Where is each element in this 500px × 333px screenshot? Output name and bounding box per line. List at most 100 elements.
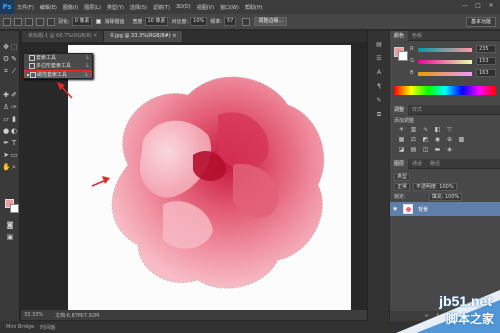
- properties-panel-icon[interactable]: ☰: [374, 55, 384, 64]
- screen-mode-icon[interactable]: ▣: [6, 233, 14, 241]
- layer-row-background[interactable]: ◉ 背景: [390, 202, 500, 216]
- lasso-tool-icon[interactable]: ʘ: [2, 55, 10, 63]
- visibility-eye-icon[interactable]: ◉: [393, 206, 399, 212]
- blur-tool-icon[interactable]: ●: [2, 127, 10, 135]
- eraser-tool-icon[interactable]: ▱: [2, 115, 10, 123]
- path-select-icon[interactable]: ➤: [2, 151, 10, 159]
- opacity-field[interactable]: 不透明度: 100%: [413, 182, 457, 191]
- tab-swatches[interactable]: 色板: [408, 31, 426, 41]
- workspace-select[interactable]: 基本功能: [465, 17, 496, 27]
- menu-edit[interactable]: 编辑(E): [37, 4, 60, 11]
- tab-untitled[interactable]: 未标题-1 @ 66.7%(RGB/8) ×: [22, 31, 105, 42]
- document-canvas[interactable]: [68, 45, 351, 316]
- eyedropper-icon[interactable]: ⁄: [10, 67, 18, 75]
- menu-help[interactable]: 帮助(H): [242, 4, 266, 11]
- quick-select-icon[interactable]: ✎: [10, 55, 18, 63]
- menu-layer[interactable]: 图层(L): [81, 4, 104, 11]
- g-bar[interactable]: [418, 60, 472, 64]
- menu-select[interactable]: 选择(S): [127, 4, 150, 11]
- vibrance-icon[interactable]: ▽: [446, 127, 453, 133]
- flyout-item-lasso[interactable]: 套索工具 L: [24, 54, 92, 62]
- color-lookup-icon[interactable]: ▩: [458, 137, 465, 143]
- menu-window[interactable]: 窗口(W): [217, 4, 242, 11]
- menu-image[interactable]: 图像(I): [60, 4, 81, 11]
- paragraph-panel-icon[interactable]: ¶: [374, 83, 384, 92]
- hue-saturation-icon[interactable]: ▦: [398, 137, 405, 143]
- color-balance-icon[interactable]: ⚖: [410, 137, 417, 143]
- refine-edge-button[interactable]: 调整边缘...: [254, 17, 288, 26]
- character-panel-icon[interactable]: A: [374, 69, 384, 78]
- fill-field[interactable]: 填充: 100%: [428, 192, 463, 201]
- threshold-icon[interactable]: ◫: [422, 147, 429, 153]
- posterize-icon[interactable]: ▤: [410, 147, 417, 153]
- slider-g[interactable]: G 153: [410, 57, 498, 67]
- marquee-tool-icon[interactable]: ⬚: [10, 43, 18, 51]
- gradient-map-icon[interactable]: ▬: [434, 147, 441, 153]
- pen-pressure-icon[interactable]: [242, 17, 251, 26]
- tab-adjustments[interactable]: 调整: [390, 104, 409, 115]
- clone-source-icon[interactable]: ⧉: [374, 111, 384, 120]
- levels-icon[interactable]: ▥: [410, 127, 417, 133]
- background-color-swatch[interactable]: [10, 204, 19, 213]
- quick-mask-icon[interactable]: ◙: [6, 221, 14, 229]
- layer-kind-select[interactable]: 类型: [394, 172, 411, 181]
- feather-input[interactable]: 0 像素: [71, 17, 93, 26]
- maximize-button[interactable]: □: [473, 2, 483, 10]
- tab-styles[interactable]: 样式: [408, 105, 426, 115]
- tab-0-jpg[interactable]: 0.jpg @ 33.3%(RGB/8#) ×: [104, 31, 184, 42]
- color-spectrum[interactable]: [394, 86, 496, 95]
- width-input[interactable]: 10 像素: [144, 17, 169, 26]
- shape-tool-icon[interactable]: ▭: [10, 151, 18, 159]
- move-tool-icon[interactable]: ✥: [2, 43, 10, 51]
- tab-channels[interactable]: 通道: [408, 159, 426, 169]
- history-panel-icon[interactable]: ▤: [374, 41, 384, 50]
- channel-mixer-icon[interactable]: ⊕: [446, 137, 453, 143]
- dodge-tool-icon[interactable]: ◐: [10, 127, 18, 135]
- close-button[interactable]: ✕: [486, 2, 496, 10]
- antialias-checkbox[interactable]: [96, 19, 102, 24]
- slider-r[interactable]: R 235: [410, 45, 498, 55]
- brush-tool-icon[interactable]: ✐: [10, 91, 18, 99]
- gradient-tool-icon[interactable]: ▮: [10, 115, 18, 123]
- brush-panel-icon[interactable]: ✎: [374, 97, 384, 106]
- timeline-tab[interactable]: 时间轴: [40, 324, 55, 331]
- brightness-icon[interactable]: ☀: [398, 127, 405, 133]
- photo-filter-icon[interactable]: ◉: [434, 137, 441, 143]
- exposure-icon[interactable]: ◧: [434, 127, 441, 133]
- selective-color-icon[interactable]: ◈: [446, 147, 453, 153]
- black-white-icon[interactable]: ◩: [422, 137, 429, 143]
- contrast-input[interactable]: 10%: [190, 17, 208, 26]
- intersect-selection-icon[interactable]: [47, 17, 55, 26]
- canvas-area[interactable]: [21, 42, 367, 322]
- menu-file[interactable]: 文件(F): [14, 4, 37, 11]
- history-brush-icon[interactable]: ✑: [10, 103, 18, 111]
- tab-color[interactable]: 颜色: [390, 30, 409, 41]
- flyout-item-magnetic-lasso[interactable]: 磁性套索工具 L: [24, 70, 92, 78]
- b-bar[interactable]: [418, 72, 472, 76]
- zoom-level[interactable]: 33.33%: [24, 312, 43, 318]
- invert-icon[interactable]: ◪: [398, 147, 405, 153]
- frequency-input[interactable]: 57: [223, 17, 237, 26]
- crop-tool-icon[interactable]: ⌗: [2, 67, 10, 75]
- stamp-tool-icon[interactable]: ♙: [2, 103, 10, 111]
- flyout-item-polygonal-lasso[interactable]: 多边形套索工具 L: [24, 62, 92, 70]
- g-value[interactable]: 153: [476, 57, 496, 65]
- curves-icon[interactable]: ∿: [422, 127, 429, 133]
- b-value[interactable]: 163: [476, 69, 496, 77]
- layer-name[interactable]: 背景: [418, 206, 428, 213]
- subtract-selection-icon[interactable]: [36, 17, 44, 26]
- menu-3d[interactable]: 3D(D): [173, 4, 194, 10]
- mini-bridge-tab[interactable]: Mini Bridge: [6, 324, 34, 330]
- r-bar[interactable]: [418, 48, 472, 52]
- zoom-tool-icon[interactable]: ⌕: [10, 163, 18, 171]
- menu-view[interactable]: 视图(V): [194, 4, 217, 11]
- menu-type[interactable]: 类型(Y): [104, 4, 127, 11]
- color-background-swatch[interactable]: [398, 51, 408, 61]
- r-value[interactable]: 235: [476, 45, 496, 53]
- slider-b[interactable]: B 163: [410, 69, 498, 79]
- new-selection-icon[interactable]: [14, 17, 22, 26]
- tab-paths[interactable]: 路径: [426, 159, 444, 169]
- menu-filter[interactable]: 滤镜(T): [150, 4, 173, 11]
- type-tool-icon[interactable]: T: [10, 139, 18, 147]
- pen-tool-icon[interactable]: ✒: [2, 139, 10, 147]
